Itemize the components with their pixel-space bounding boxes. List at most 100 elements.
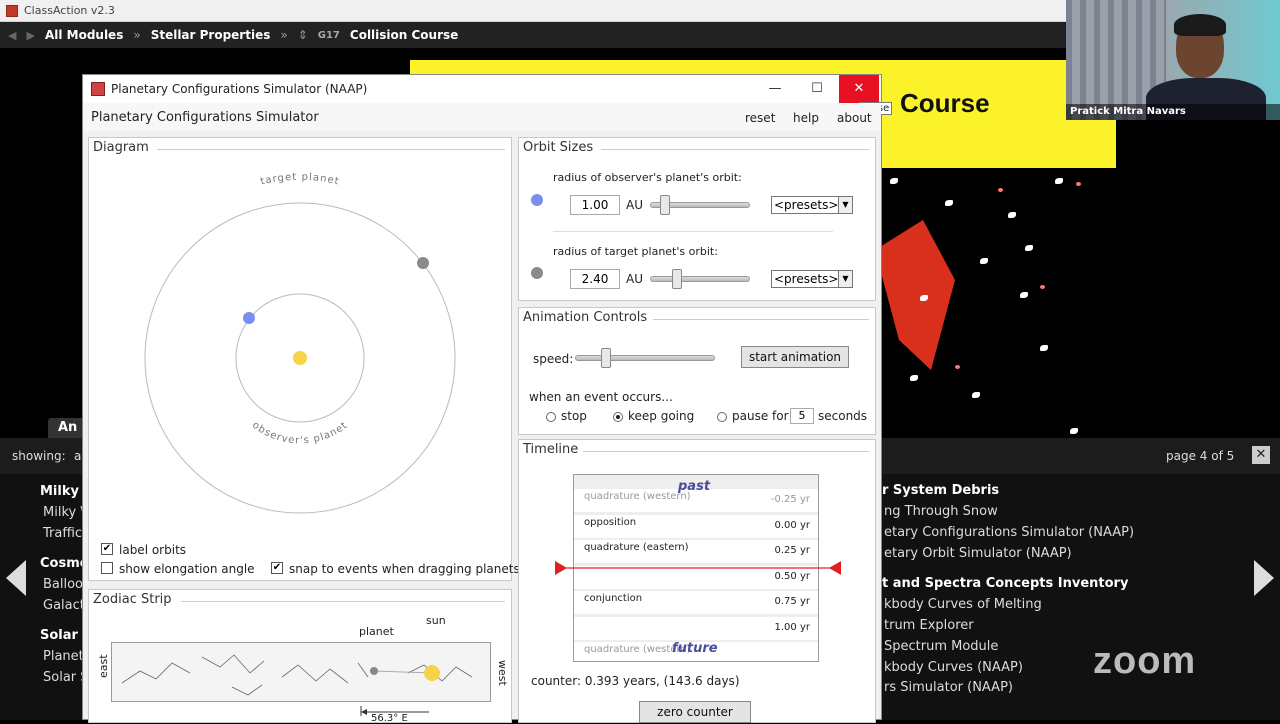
label-orbits-checkbox[interactable]: ✔ [101,543,113,555]
zodiac-title: Zodiac Strip [93,592,176,607]
seconds-label: seconds [818,409,868,423]
list-item[interactable]: kbody Curves of Melting [884,597,1042,612]
marker-left-arrow-icon [555,561,567,575]
reset-link[interactable]: reset [745,111,775,125]
help-link[interactable]: help [793,111,819,125]
simulator-window: Planetary Configurations Simulator (NAAP… [82,74,893,724]
show-elongation-label: show elongation angle [119,562,255,576]
debris-field [880,170,1100,438]
list-item[interactable]: rs Simulator (NAAP) [884,680,1013,695]
marker-right-arrow-icon [829,561,841,575]
list-item[interactable]: kbody Curves (NAAP) [884,660,1023,675]
timeline-future-label: future [672,641,718,656]
list-item[interactable]: etary Configurations Simulator (NAAP) [884,525,1134,540]
observer-planet[interactable] [243,312,255,324]
breadcrumb-collision-course: Collision Course [349,28,459,42]
observer-presets-select[interactable]: <presets> ▼ [771,196,853,214]
pause-for-radio[interactable] [717,412,727,422]
orbit-diagram[interactable]: target planet observer's planet [89,154,513,544]
target-orbit-radius-label: radius of target planet's orbit: [553,245,718,258]
list-heading: Milky [40,484,79,499]
simulator-titlebar: Planetary Configurations Simulator (NAAP… [83,75,893,115]
show-elongation-checkbox[interactable] [101,562,113,574]
breadcrumb-all-modules[interactable]: All Modules [45,28,123,42]
list-item[interactable]: ng Through Snow [884,504,998,519]
timeline-event: quadrature (western) [584,491,691,502]
pause-seconds-input[interactable]: 5 [790,408,814,424]
back-arrow-icon[interactable]: ◀ [8,29,16,42]
simulator-header-title: Planetary Configurations Simulator [91,110,319,125]
classaction-titlebar: ClassAction v2.3 [0,0,1066,22]
target-radius-slider[interactable] [650,276,750,282]
timeline-marker [555,561,841,575]
list-item[interactable]: etary Orbit Simulator (NAAP) [884,546,1072,561]
list-item[interactable]: Galact [43,598,85,613]
zodiac-sun-marker [424,665,440,681]
target-presets-value: <presets> [774,272,839,286]
banner-text: Course [900,88,990,118]
webcam-name-label: Pratick Mitra Navars [1066,104,1280,120]
list-item[interactable]: Traffic [43,526,82,541]
start-animation-button[interactable]: start animation [741,346,849,368]
animation-controls-title: Animation Controls [523,310,652,325]
classaction-breadcrumb: ◀ ▶ All Modules » Stellar Properties » ⇕… [0,22,1066,48]
minimize-button[interactable]: — [755,75,795,103]
list-item[interactable]: Milky \ [43,505,85,520]
previous-page-icon[interactable] [6,560,26,596]
target-unit: AU [626,272,643,286]
breadcrumb-stellar-properties[interactable]: Stellar Properties [151,28,271,42]
speed-label: speed: [533,352,574,366]
target-color-dot [531,267,543,279]
close-panel-button[interactable]: ✕ [1252,446,1270,464]
divider [553,231,833,232]
list-heading: r System Debris [882,483,1000,498]
target-planet[interactable] [417,257,429,269]
divider [601,149,869,150]
observer-radius-thumb[interactable] [660,195,670,215]
forward-arrow-icon[interactable]: ▶ [26,29,34,42]
breadcrumb-separator-icon: » [280,28,288,42]
counter-readout: counter: 0.393 years, (143.6 days) [531,674,740,688]
updown-arrows-icon[interactable]: ⇕ [298,28,308,42]
observer-unit: AU [626,198,643,212]
diagram-title: Diagram [93,140,153,155]
speed-slider[interactable] [575,355,715,361]
timeline-row: opposition 0.00 yr [574,514,818,539]
timeline-time: 0.75 yr [774,596,810,607]
keep-going-radio[interactable] [613,412,623,422]
zodiac-panel: Zodiac Strip planet sun east west 56.3° … [88,589,512,724]
speed-thumb[interactable] [601,348,611,368]
divider [583,451,869,452]
target-radius-thumb[interactable] [672,269,682,289]
observer-radius-input[interactable]: 1.00 [570,195,620,215]
observer-orbit-label: observer's planet [250,420,350,447]
list-heading: t and Spectra Concepts Inventory [882,576,1129,591]
close-button[interactable]: ✕ [839,75,879,103]
timeline-event: quadrature (eastern) [584,542,689,553]
simulator-header: Planetary Configurations Simulator reset… [83,103,881,131]
snap-events-label: snap to events when dragging planets [289,562,520,576]
target-orbit-label: target planet [259,172,340,188]
next-page-icon[interactable] [1254,560,1274,596]
list-item[interactable]: Spectrum Module [884,639,998,654]
zodiac-strip[interactable] [111,642,491,702]
timeline-event: conjunction [584,593,643,604]
timeline-event: opposition [584,516,637,528]
classaction-app-icon [6,4,18,17]
target-presets-select[interactable]: <presets> ▼ [771,270,853,288]
maximize-button[interactable]: ☐ [797,75,837,103]
orbit-sizes-title: Orbit Sizes [523,140,598,155]
chevron-down-icon[interactable]: ▼ [838,271,852,287]
event-label: when an event occurs... [529,390,673,404]
about-link[interactable]: about [837,111,872,125]
chevron-down-icon[interactable]: ▼ [838,197,852,213]
target-radius-input[interactable]: 2.40 [570,269,620,289]
showing-value[interactable]: a [74,449,81,463]
stop-radio[interactable] [546,412,556,422]
list-item[interactable]: trum Explorer [884,618,974,633]
snap-events-checkbox[interactable]: ✔ [271,562,283,574]
observer-presets-value: <presets> [774,198,839,212]
breadcrumb-separator-icon: » [133,28,141,42]
list-item[interactable]: Balloo [43,577,83,592]
list-item[interactable]: Planet [43,649,84,664]
